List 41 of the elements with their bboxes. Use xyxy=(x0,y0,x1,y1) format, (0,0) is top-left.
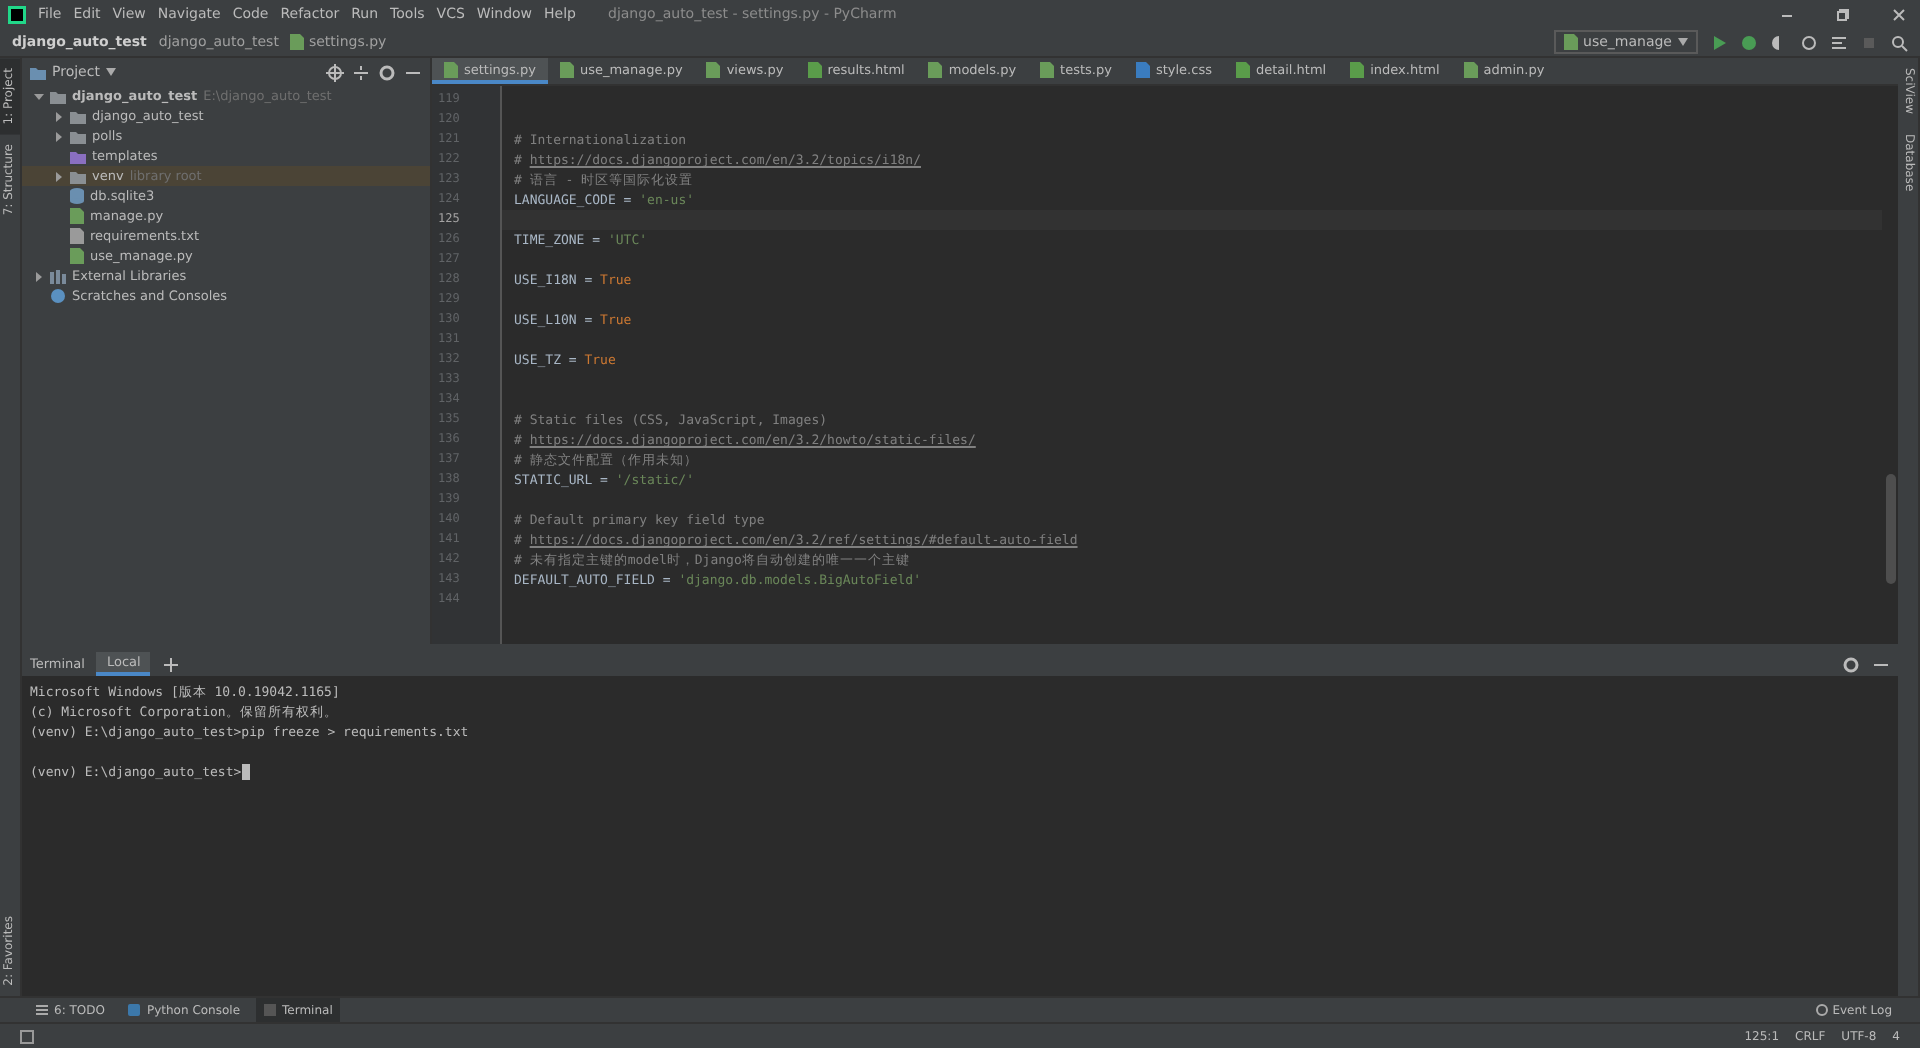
settings-icon[interactable] xyxy=(1842,655,1860,673)
close-icon[interactable] xyxy=(1889,5,1907,23)
profile-icon[interactable] xyxy=(1800,33,1818,51)
file-icon xyxy=(928,61,943,77)
collapse-all-icon[interactable] xyxy=(352,63,370,81)
file-icon xyxy=(706,61,721,77)
file-icon xyxy=(1135,61,1150,77)
collapsed-arrow-icon[interactable] xyxy=(54,131,64,141)
add-icon[interactable] xyxy=(162,655,181,673)
event-log-icon xyxy=(1816,1004,1829,1016)
debug-icon[interactable] xyxy=(1740,33,1758,51)
file-icon xyxy=(1040,61,1055,77)
search-icon[interactable] xyxy=(1890,33,1908,51)
file-icon xyxy=(559,61,574,77)
python-icon xyxy=(128,1004,141,1016)
file-icon xyxy=(807,61,822,77)
locate-icon[interactable] xyxy=(326,63,344,81)
settings-icon[interactable] xyxy=(378,63,396,81)
collapsed-arrow-icon[interactable] xyxy=(54,111,64,121)
library-icon xyxy=(50,269,66,283)
collapsed-arrow-icon[interactable] xyxy=(54,171,64,181)
file-icon xyxy=(290,34,305,50)
database-file-icon xyxy=(70,188,84,204)
list-icon xyxy=(36,1004,48,1016)
caret-icon xyxy=(105,68,116,76)
terminal-icon xyxy=(264,1004,277,1016)
file-icon xyxy=(1463,61,1478,77)
run-icon[interactable] xyxy=(1710,33,1728,51)
file-icon xyxy=(444,61,458,77)
collapsed-arrow-icon[interactable] xyxy=(34,271,44,281)
console-icon xyxy=(50,288,66,304)
app-logo-icon xyxy=(8,5,26,23)
expanded-arrow-icon[interactable] xyxy=(34,91,44,101)
build-icon[interactable] xyxy=(1830,33,1848,51)
restore-icon[interactable] xyxy=(1833,5,1851,23)
file-icon xyxy=(1235,61,1250,77)
panel-toggle-icon[interactable] xyxy=(20,1029,34,1043)
caret-icon xyxy=(1678,38,1688,46)
file-icon xyxy=(1563,34,1578,50)
scrollbar-thumb[interactable] xyxy=(1885,474,1895,584)
file-icon xyxy=(1350,61,1365,77)
